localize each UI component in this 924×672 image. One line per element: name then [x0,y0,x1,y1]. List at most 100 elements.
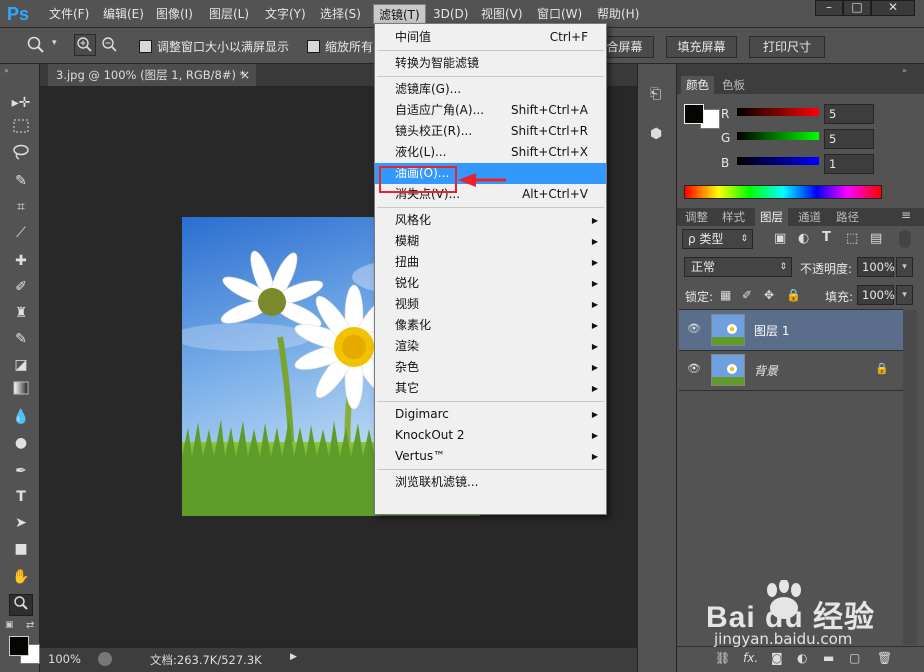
filter-menu-item[interactable]: 风格化 ▶ [375,210,606,231]
collapse-arrows-icon[interactable]: » [4,66,9,75]
brush-tool-icon[interactable]: ✐ [9,276,33,298]
menu-layer[interactable]: 图层(L) [204,4,254,24]
menu-view[interactable]: 视图(V) [476,4,528,24]
layer-style-icon[interactable]: fx. [743,651,758,665]
layer-row-layer-1[interactable]: 👁 图层 1 [679,310,903,350]
close-button[interactable]: ✕ [871,0,915,16]
link-layers-icon[interactable]: ⛓ [715,651,730,665]
resize-window-checkbox[interactable] [139,40,152,53]
pen-tool-icon[interactable]: ✒ [9,460,33,482]
filter-menu-item[interactable]: 像素化 ▶ [375,315,606,336]
tab-adjustments[interactable]: 调整 [680,208,713,226]
eraser-tool-icon[interactable]: ◪ [9,354,33,376]
visibility-eye-icon[interactable]: 👁 [687,322,701,335]
filter-menu-item[interactable]: 转换为智能滤镜 [375,53,606,74]
quick-selection-tool-icon[interactable]: ✎ [9,170,33,192]
history-panel-icon[interactable]: ⎗ [650,86,661,102]
new-layer-icon[interactable]: ▢ [849,651,860,665]
3d-panel-icon[interactable]: ⬢ [650,126,662,142]
filter-menu-item[interactable]: 自适应广角(A)... Shift+Ctrl+A [375,100,606,121]
panel-menu-icon[interactable]: ≡ [901,208,911,222]
fill-value[interactable]: 100% [857,285,895,305]
filter-type-icon[interactable]: T [822,230,831,245]
print-size-button[interactable]: 打印尺寸 [749,36,825,58]
zoom-tool-preset-icon[interactable] [26,35,46,55]
close-tab-icon[interactable]: × [240,64,250,86]
status-menu-icon[interactable] [98,652,112,666]
color-fg-swatch[interactable] [684,104,704,124]
menu-image[interactable]: 图像(I) [151,4,198,24]
filter-menu-item[interactable]: Digimarc ▶ [375,404,606,425]
layer-row-background[interactable]: 👁 背景 🔒 [679,350,903,390]
menu-window[interactable]: 窗口(W) [532,4,587,24]
blend-mode-select[interactable]: 正常 ⇕ [684,257,792,277]
path-selection-tool-icon[interactable]: ➤ [9,512,33,534]
add-mask-icon[interactable]: ◙ [771,651,783,665]
channel-r-slider[interactable] [737,108,819,116]
opacity-value[interactable]: 100% [857,257,895,277]
minimize-button[interactable]: – [815,0,843,16]
channel-g-slider[interactable] [737,132,819,140]
zoom-in-button[interactable] [74,34,96,56]
rectangle-tool-icon[interactable]: ■ [9,538,33,560]
menu-help[interactable]: 帮助(H) [592,4,644,24]
fill-dropdown-icon[interactable]: ▾ [896,285,913,305]
collapse-arrows-icon[interactable]: » [902,66,907,75]
status-arrow-icon[interactable]: ▶ [290,652,297,662]
tab-styles[interactable]: 样式 [717,208,750,226]
tab-swatches[interactable]: 色板 [717,76,750,94]
lock-transparent-icon[interactable]: ▦ [720,288,731,302]
history-brush-tool-icon[interactable]: ✎ [9,328,33,350]
layer-filter-select[interactable]: ρ 类型 ⇕ [682,229,753,249]
adjustment-layer-icon[interactable]: ◐ [797,651,807,665]
default-colors-icon[interactable]: ▣ [5,620,14,630]
gradient-tool-icon[interactable] [9,380,33,402]
zoom-out-button[interactable] [100,35,120,55]
blur-tool-icon[interactable]: 💧 [9,406,33,428]
zoom-level[interactable]: 100% [48,652,81,666]
filter-adjustment-icon[interactable]: ◐ [798,231,809,246]
lock-pixels-icon[interactable]: ✐ [742,288,752,302]
hand-tool-icon[interactable]: ✋ [9,566,33,588]
opacity-dropdown-icon[interactable]: ▾ [896,257,913,277]
filter-menu-item[interactable]: KnockOut 2 ▶ [375,425,606,446]
filter-menu-item[interactable]: Vertus™ ▶ [375,446,606,467]
foreground-color-swatch[interactable] [9,636,29,656]
filter-menu-item[interactable]: 滤镜库(G)... [375,79,606,100]
move-tool-icon[interactable]: ▸✛ [9,92,33,114]
type-tool-icon[interactable]: T [9,486,33,508]
lock-position-icon[interactable]: ✥ [764,288,774,302]
filter-menu-item[interactable]: 浏览联机滤镜... [375,472,606,493]
menu-3d[interactable]: 3D(D) [428,4,473,24]
healing-brush-tool-icon[interactable]: ✚ [9,250,33,272]
zoom-all-checkbox[interactable] [307,40,320,53]
channel-g-value[interactable]: 5 [824,129,874,149]
menu-select[interactable]: 选择(S) [315,4,366,24]
clone-stamp-tool-icon[interactable]: ♜ [9,302,33,324]
filter-menu-item[interactable]: 模糊 ▶ [375,231,606,252]
marquee-tool-icon[interactable] [9,118,33,140]
menu-edit[interactable]: 编辑(E) [98,4,149,24]
dodge-tool-icon[interactable]: ● [9,432,33,454]
filter-menu-item[interactable]: 中间值 Ctrl+F [375,27,606,48]
tab-layers[interactable]: 图层 [755,208,788,226]
delete-layer-icon[interactable]: 🗑 [877,651,892,665]
channel-b-slider[interactable] [737,157,819,165]
filter-shape-icon[interactable]: ⬚ [846,231,858,246]
eyedropper-tool-icon[interactable]: ⟋ [9,222,33,244]
lock-all-icon[interactable]: 🔒 [786,288,801,302]
color-spectrum-bar[interactable] [684,185,882,199]
filter-menu-item[interactable]: 镜头校正(R)... Shift+Ctrl+R [375,121,606,142]
swap-colors-icon[interactable]: ⇄ [26,620,34,631]
menu-filter[interactable]: 滤镜(T) [373,4,426,24]
filter-menu-item[interactable]: 视频 ▶ [375,294,606,315]
filter-menu-item[interactable]: 杂色 ▶ [375,357,606,378]
menu-file[interactable]: 文件(F) [44,4,94,24]
fill-screen-button[interactable]: 填充屏幕 [666,36,737,58]
tab-paths[interactable]: 路径 [831,208,864,226]
channel-r-value[interactable]: 5 [824,104,874,124]
visibility-eye-icon[interactable]: 👁 [687,362,701,375]
filter-smart-object-icon[interactable]: ▤ [870,231,882,246]
maximize-button[interactable]: □ [843,0,871,16]
filter-pixel-icon[interactable]: ▣ [774,231,786,246]
